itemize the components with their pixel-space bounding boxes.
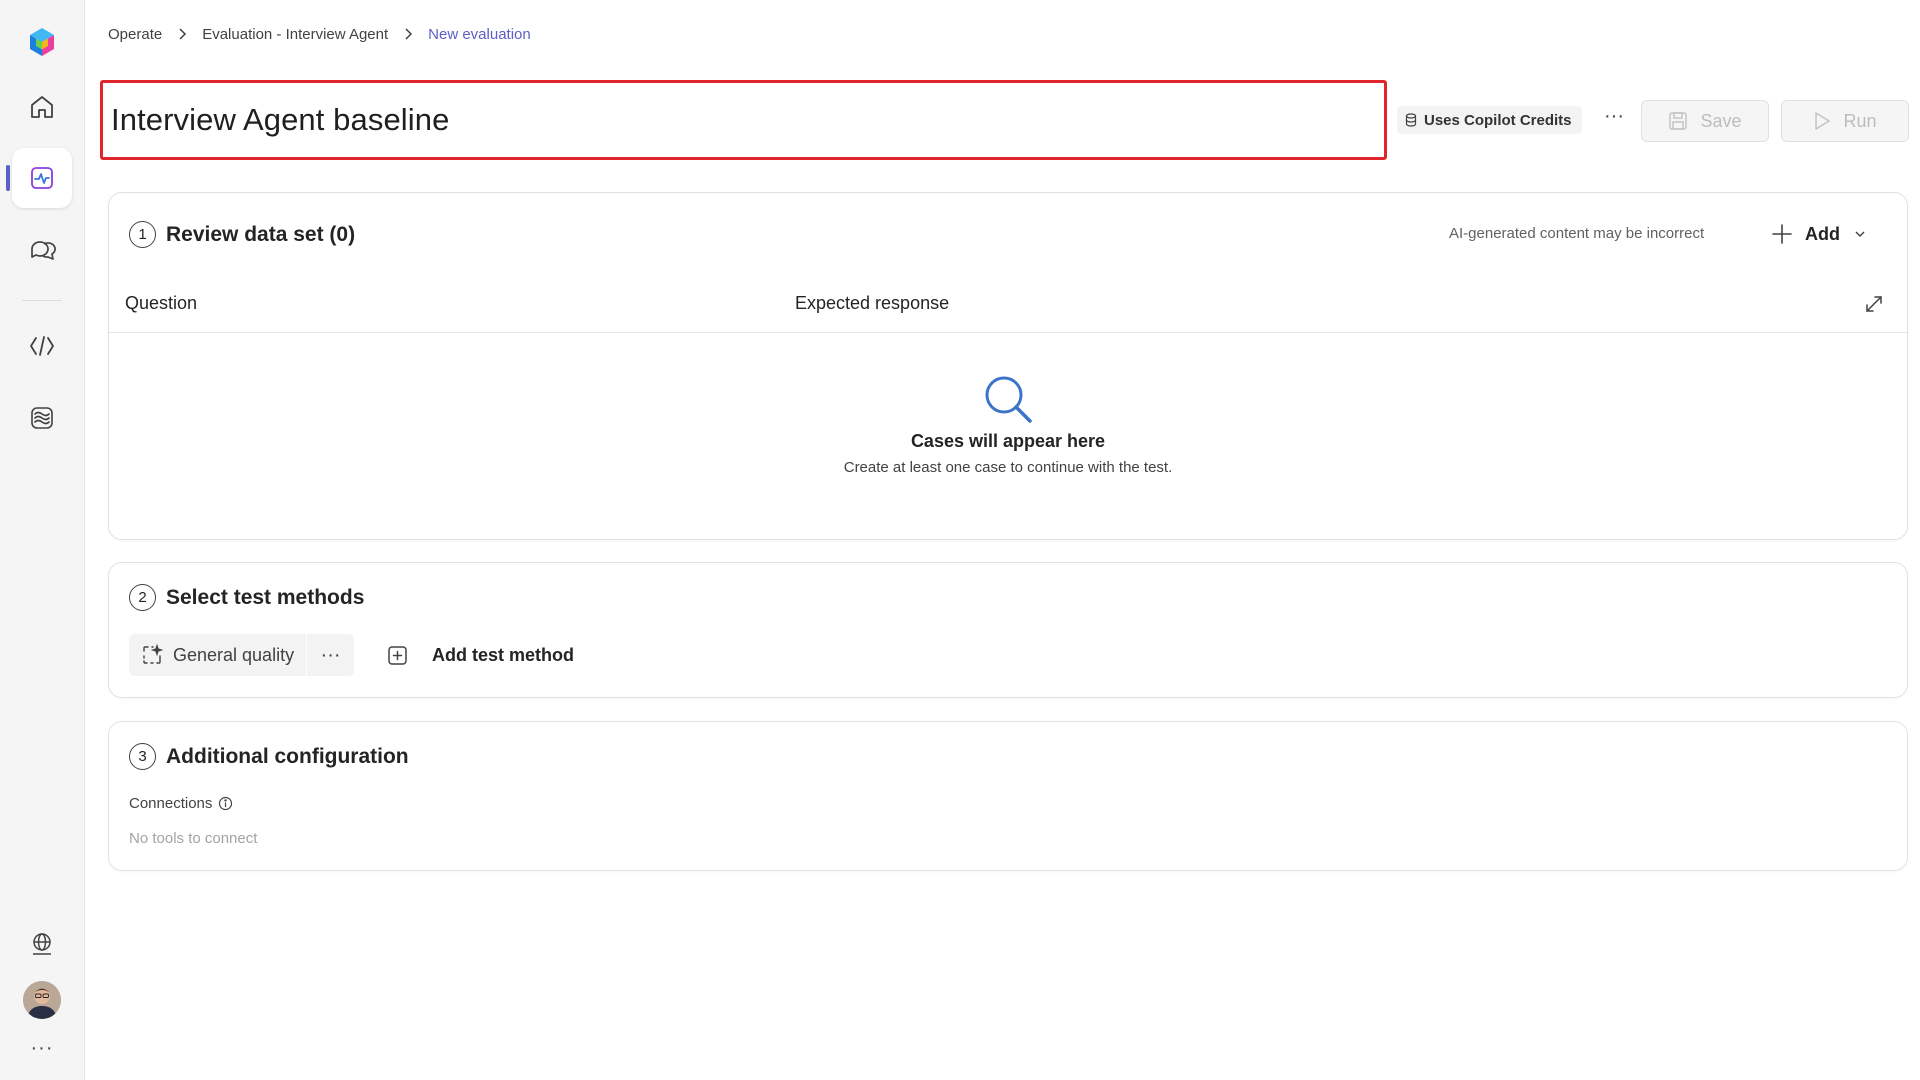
search-icon — [985, 376, 1032, 423]
add-square-icon — [388, 646, 407, 665]
section-title: Select test methods — [166, 585, 365, 609]
column-header-question[interactable]: Question — [125, 293, 197, 314]
knowledge-icon[interactable] — [12, 388, 72, 448]
more-options-icon[interactable]: ··· — [1598, 106, 1630, 132]
run-button[interactable]: Run — [1781, 100, 1909, 142]
evaluation-icon[interactable] — [12, 148, 72, 208]
ai-disclaimer: AI-generated content may be incorrect — [1449, 225, 1705, 242]
add-test-method-button[interactable]: Add test method — [386, 634, 574, 676]
save-icon — [1669, 112, 1688, 130]
app-logo-icon[interactable] — [12, 12, 72, 72]
save-button[interactable]: Save — [1641, 100, 1769, 142]
empty-title: Cases will appear here — [910, 431, 1106, 451]
review-header: 1 Review data set (0) — [129, 221, 355, 248]
connections-label: Connections — [129, 795, 213, 812]
evaluation-title-field[interactable]: Interview Agent baseline — [100, 80, 1387, 160]
chat-icon[interactable] — [12, 220, 72, 280]
chip-more-icon[interactable]: ··· — [307, 645, 354, 665]
rail-more-icon[interactable]: ··· — [22, 1038, 62, 1064]
empty-state: Cases will appear here Create at least o… — [109, 373, 1907, 476]
config-header: 3 Additional configuration — [129, 743, 409, 770]
empty-subtitle: Create at least one case to continue wit… — [843, 459, 1173, 476]
section-title: Additional configuration — [166, 744, 409, 768]
avatar[interactable] — [23, 981, 61, 1019]
step-number: 2 — [129, 584, 156, 611]
step-number: 1 — [129, 221, 156, 248]
chevron-right-icon — [403, 27, 413, 41]
run-label: Run — [1843, 110, 1877, 131]
expand-icon[interactable] — [1865, 295, 1883, 318]
test-methods-card: 2 Select test methods General quality ··… — [108, 562, 1908, 698]
chip-label: General quality — [173, 644, 295, 665]
page-title: Interview Agent baseline — [111, 102, 450, 137]
left-rail: ··· — [0, 0, 85, 1080]
column-header-expected-response[interactable]: Expected response — [795, 293, 949, 314]
active-indicator — [6, 165, 10, 191]
step-number: 3 — [129, 743, 156, 770]
breadcrumb-evaluation[interactable]: Evaluation - Interview Agent — [202, 26, 388, 43]
credits-label: Uses Copilot Credits — [1424, 111, 1572, 129]
sparkle-icon — [143, 644, 163, 664]
plus-icon — [1772, 224, 1792, 244]
connections-label-row: Connections — [129, 795, 233, 812]
chevron-down-icon — [1855, 231, 1865, 237]
add-button[interactable]: Add — [1771, 219, 1866, 249]
breadcrumb-operate[interactable]: Operate — [108, 26, 162, 43]
app-root: ··· Operate Evaluation - Interview Agent… — [0, 0, 1920, 1080]
chevron-right-icon — [177, 27, 187, 41]
general-quality-method[interactable]: General quality — [129, 634, 306, 676]
breadcrumb-current[interactable]: New evaluation — [428, 26, 531, 43]
rail-divider — [22, 300, 62, 301]
table-divider — [109, 332, 1907, 333]
connections-empty-text: No tools to connect — [129, 830, 258, 847]
additional-configuration-card: 3 Additional configuration Connections N… — [108, 721, 1908, 871]
section-title: Review data set (0) — [166, 222, 356, 246]
save-label: Save — [1700, 110, 1742, 131]
credits-badge: Uses Copilot Credits — [1397, 106, 1582, 134]
globe-icon[interactable] — [12, 914, 72, 974]
info-icon[interactable] — [218, 796, 233, 811]
home-icon[interactable] — [12, 77, 72, 137]
code-icon[interactable] — [12, 316, 72, 376]
breadcrumb: Operate Evaluation - Interview Agent New… — [108, 22, 531, 46]
play-icon — [1815, 112, 1831, 130]
coins-icon — [1405, 113, 1417, 127]
test-method-chip: General quality ··· — [129, 634, 354, 676]
review-data-set-card: 1 Review data set (0) AI-generated conte… — [108, 192, 1908, 540]
add-label: Add — [1805, 223, 1840, 244]
add-test-method-label: Add test method — [432, 644, 574, 665]
methods-header: 2 Select test methods — [129, 584, 364, 611]
